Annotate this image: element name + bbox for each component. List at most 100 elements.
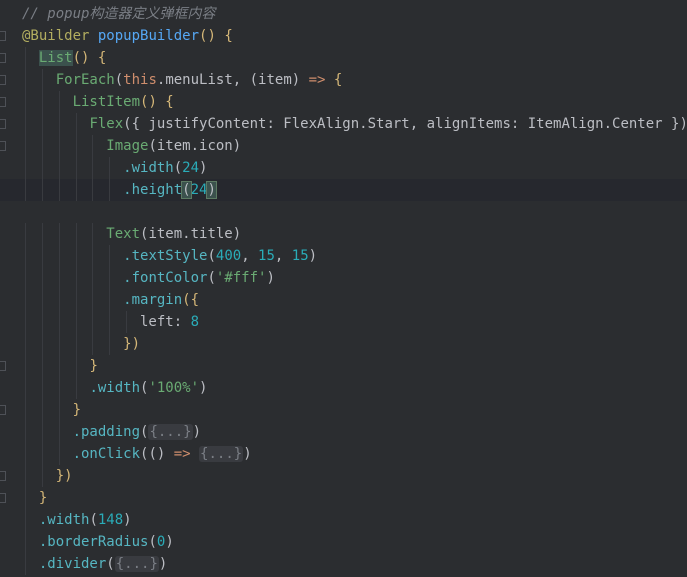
code-text: } xyxy=(22,399,81,421)
code-token: (item.icon) xyxy=(148,138,242,154)
code-token: , xyxy=(274,248,292,264)
fold-marker-icon[interactable] xyxy=(0,471,6,481)
code-line[interactable]: } xyxy=(0,487,687,509)
code-line[interactable]: .height(24) xyxy=(0,179,687,201)
fold-marker-icon[interactable] xyxy=(0,405,6,415)
code-token: ) xyxy=(266,270,275,286)
code-text: Image(item.icon) xyxy=(22,135,241,157)
code-line[interactable]: .onClick(() => {...}) xyxy=(0,443,687,465)
code-token: ({ xyxy=(182,292,200,308)
code-line[interactable]: .textStyle(400, 15, 15) xyxy=(0,245,687,267)
fold-marker-icon[interactable] xyxy=(0,119,6,129)
code-token: => xyxy=(308,72,326,88)
code-token: ( xyxy=(148,534,157,550)
code-text: .fontColor('#fff') xyxy=(22,267,275,289)
code-line[interactable]: .borderRadius(0) xyxy=(0,531,687,553)
code-line[interactable]: ForEach(this.menuList, (item) => { xyxy=(0,69,687,91)
folded-region[interactable]: {...} xyxy=(199,446,244,462)
code-line[interactable]: Text(item.title) xyxy=(0,223,687,245)
code-line[interactable]: // popup构造器定义弹框内容 xyxy=(0,3,687,25)
fold-marker-icon[interactable] xyxy=(0,97,6,107)
code-line[interactable]: .padding({...}) xyxy=(0,421,687,443)
code-token: .height xyxy=(123,182,183,198)
code-token: (() xyxy=(140,446,174,462)
code-line[interactable]: left: 8 xyxy=(0,311,687,333)
code-token: .width xyxy=(38,512,90,528)
folded-region[interactable]: {...} xyxy=(114,556,159,572)
code-text: }) xyxy=(22,333,140,355)
code-token: .width xyxy=(123,160,174,176)
code-line[interactable]: .width(148) xyxy=(0,509,687,531)
fold-marker-icon[interactable] xyxy=(0,31,6,41)
code-text: .margin({ xyxy=(22,289,199,311)
code-line[interactable]: .width('100%') xyxy=(0,377,687,399)
code-token: { xyxy=(325,72,343,88)
code-token: .width xyxy=(89,380,141,396)
code-token: List xyxy=(38,50,73,66)
code-line[interactable]: .width(24) xyxy=(0,157,687,179)
code-text: } xyxy=(22,487,47,509)
code-token: ) xyxy=(165,534,174,550)
code-token: .padding xyxy=(72,424,141,440)
code-text: // popup构造器定义弹框内容 xyxy=(22,3,215,25)
code-token: ) xyxy=(206,181,217,199)
code-token: } xyxy=(38,490,48,506)
code-token: () { xyxy=(199,28,233,44)
fold-marker-icon[interactable] xyxy=(0,493,6,503)
code-token: ) xyxy=(158,556,168,572)
folded-region[interactable]: {...} xyxy=(148,424,193,440)
code-token: ( xyxy=(173,160,183,176)
code-token: ( xyxy=(207,270,216,286)
code-line[interactable]: .fontColor('#fff') xyxy=(0,267,687,289)
code-token: ) xyxy=(199,380,208,396)
code-line[interactable]: .margin({ xyxy=(0,289,687,311)
code-line[interactable]: .divider({...}) xyxy=(0,553,687,575)
code-token: ( xyxy=(106,556,115,572)
code-line[interactable]: ListItem() { xyxy=(0,91,687,113)
code-text: .onClick(() => {...}) xyxy=(22,443,252,465)
code-line[interactable]: @Builder popupBuilder() { xyxy=(0,25,687,47)
code-text: } xyxy=(22,355,98,377)
code-line[interactable] xyxy=(0,201,687,223)
code-text: left: 8 xyxy=(22,311,199,333)
code-text: .padding({...}) xyxy=(22,421,201,443)
code-line[interactable]: }) xyxy=(0,333,687,355)
fold-marker-icon[interactable] xyxy=(0,75,6,85)
code-token: () { xyxy=(72,50,107,66)
code-token: 24 xyxy=(190,182,208,198)
code-line[interactable]: Flex({ justifyContent: FlexAlign.Start, … xyxy=(0,113,687,135)
code-token: .textStyle xyxy=(123,248,208,264)
code-line[interactable]: } xyxy=(0,355,687,377)
code-token: ) xyxy=(192,424,202,440)
code-text: .borderRadius(0) xyxy=(22,531,174,553)
fold-marker-icon[interactable] xyxy=(0,141,6,151)
code-token: this xyxy=(123,72,157,88)
code-token: 15 xyxy=(291,248,309,264)
code-text: .width(24) xyxy=(22,157,207,179)
code-line[interactable]: }) xyxy=(0,465,687,487)
code-token: ( xyxy=(207,248,216,264)
code-token: } xyxy=(89,358,98,374)
code-text: .width(148) xyxy=(22,509,132,531)
code-token: Text xyxy=(106,226,141,242)
fold-marker-icon[interactable] xyxy=(0,53,6,63)
code-text: ForEach(this.menuList, (item) => { xyxy=(22,69,343,91)
code-line[interactable]: } xyxy=(0,399,687,421)
fold-marker-icon[interactable] xyxy=(0,361,6,371)
code-line[interactable]: Image(item.icon) xyxy=(0,135,687,157)
code-editor[interactable]: // popup构造器定义弹框内容 @Builder popupBuilder()… xyxy=(0,0,687,577)
code-token: .margin xyxy=(123,292,183,308)
code-line[interactable]: List() { xyxy=(0,47,687,69)
